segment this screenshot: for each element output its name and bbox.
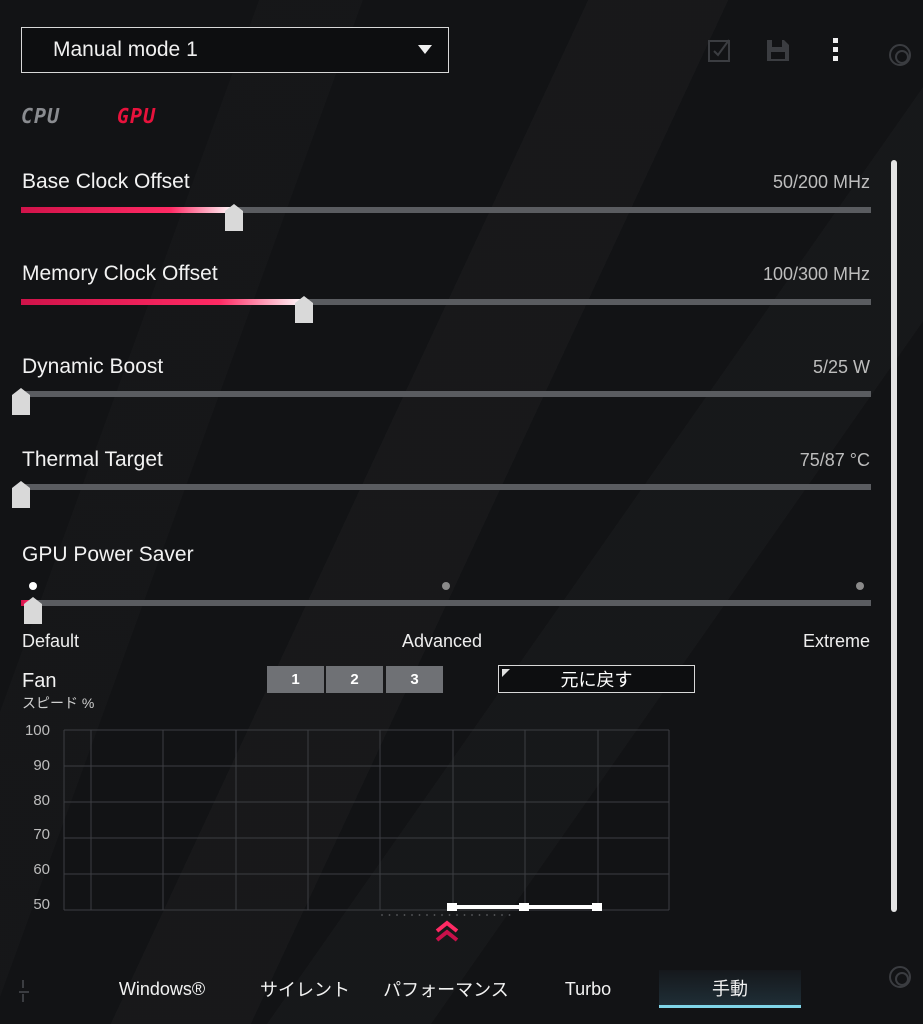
corner-gear-icon (889, 966, 911, 988)
slider-thumb[interactable] (12, 388, 30, 415)
mode-dropdown[interactable]: Manual mode 1 (21, 27, 449, 73)
pattern-dot (388, 914, 391, 916)
step-dot-extreme (856, 582, 864, 590)
corner-notch-icon (502, 669, 510, 677)
mode-dropdown-value: Manual mode 1 (53, 38, 198, 61)
step-dot-default (29, 582, 37, 590)
thermal-target-value: 75/87 °C (799, 450, 870, 470)
pattern-dot (441, 914, 443, 916)
reset-label: 元に戻す (560, 670, 633, 690)
thermal-target-slider[interactable] (12, 481, 871, 508)
memory-clock-label: Memory Clock Offset (22, 262, 218, 285)
pattern-dot (486, 914, 488, 916)
pattern-dot (411, 914, 413, 916)
mode-tab-performance[interactable]: パフォーマンス (380, 970, 512, 1008)
slider-thumb[interactable] (12, 481, 30, 508)
step-dot-advanced (442, 582, 450, 590)
pattern-dot (478, 914, 481, 916)
reset-button[interactable]: 元に戻す (498, 665, 695, 693)
fan-title: Fan (22, 670, 57, 692)
scrollbar[interactable] (891, 160, 897, 912)
slider-fill (21, 299, 304, 305)
pattern-dot (403, 914, 406, 916)
pattern-dot (463, 914, 466, 916)
slider-fill (21, 207, 234, 213)
power-saver-label: GPU Power Saver (22, 543, 194, 566)
fan-curve-point (447, 903, 457, 911)
apply-checkbox-icon[interactable] (707, 36, 733, 64)
chevron-down-icon (418, 45, 432, 54)
pattern-dot (501, 914, 503, 916)
power-saver-slider[interactable] (21, 597, 871, 624)
fan-curve-point (519, 903, 529, 911)
corner-gear-icon (889, 44, 911, 66)
tab-gpu[interactable]: GPU (117, 104, 156, 128)
expand-up-icon[interactable] (434, 918, 460, 944)
fan-curve-dots (381, 914, 511, 916)
thermal-target-label: Thermal Target (22, 448, 163, 471)
pattern-dot (433, 914, 436, 916)
mode-tab-silent[interactable]: サイレント (245, 970, 365, 1008)
pattern-dot (456, 914, 458, 916)
fan-1-button[interactable]: 1 (267, 666, 324, 693)
dynamic-boost-slider[interactable] (12, 388, 871, 415)
step-label-extreme: Extreme (802, 631, 870, 651)
step-label-default: Default (22, 631, 80, 651)
mode-tab-windows[interactable]: Windows® (100, 970, 224, 1008)
corner-bracket-icon (19, 980, 33, 1002)
dynamic-boost-value: 5/25 W (812, 357, 870, 377)
fan-curve-point (592, 903, 602, 911)
pattern-dot (448, 914, 451, 916)
fan-curve-chart[interactable] (0, 720, 700, 920)
pattern-dot (426, 914, 428, 916)
step-label-advanced: Advanced (402, 631, 483, 651)
pattern-dot (396, 914, 398, 916)
fan-2-button[interactable]: 2 (326, 666, 383, 693)
fan-grid (63, 729, 670, 911)
tab-cpu[interactable]: CPU (21, 104, 60, 128)
base-clock-value: 50/200 MHz (772, 172, 870, 192)
base-clock-label: Base Clock Offset (22, 170, 190, 193)
pattern-dot (381, 914, 383, 916)
mode-tab-manual[interactable]: 手動 (659, 970, 801, 1008)
save-disk-icon[interactable] (765, 36, 791, 64)
pattern-dot (493, 914, 496, 916)
fan-speed-unit: スピード % (22, 695, 95, 711)
base-clock-slider[interactable] (21, 204, 871, 231)
pattern-dot (508, 914, 511, 916)
memory-clock-value: 100/300 MHz (762, 264, 870, 284)
more-vertical-icon[interactable] (822, 36, 848, 64)
memory-clock-slider[interactable] (21, 296, 871, 323)
mode-tab-turbo[interactable]: Turbo (530, 970, 646, 1008)
pattern-dot (471, 914, 473, 916)
dynamic-boost-label: Dynamic Boost (22, 355, 164, 378)
pattern-dot (418, 914, 421, 916)
fan-3-button[interactable]: 3 (386, 666, 443, 693)
